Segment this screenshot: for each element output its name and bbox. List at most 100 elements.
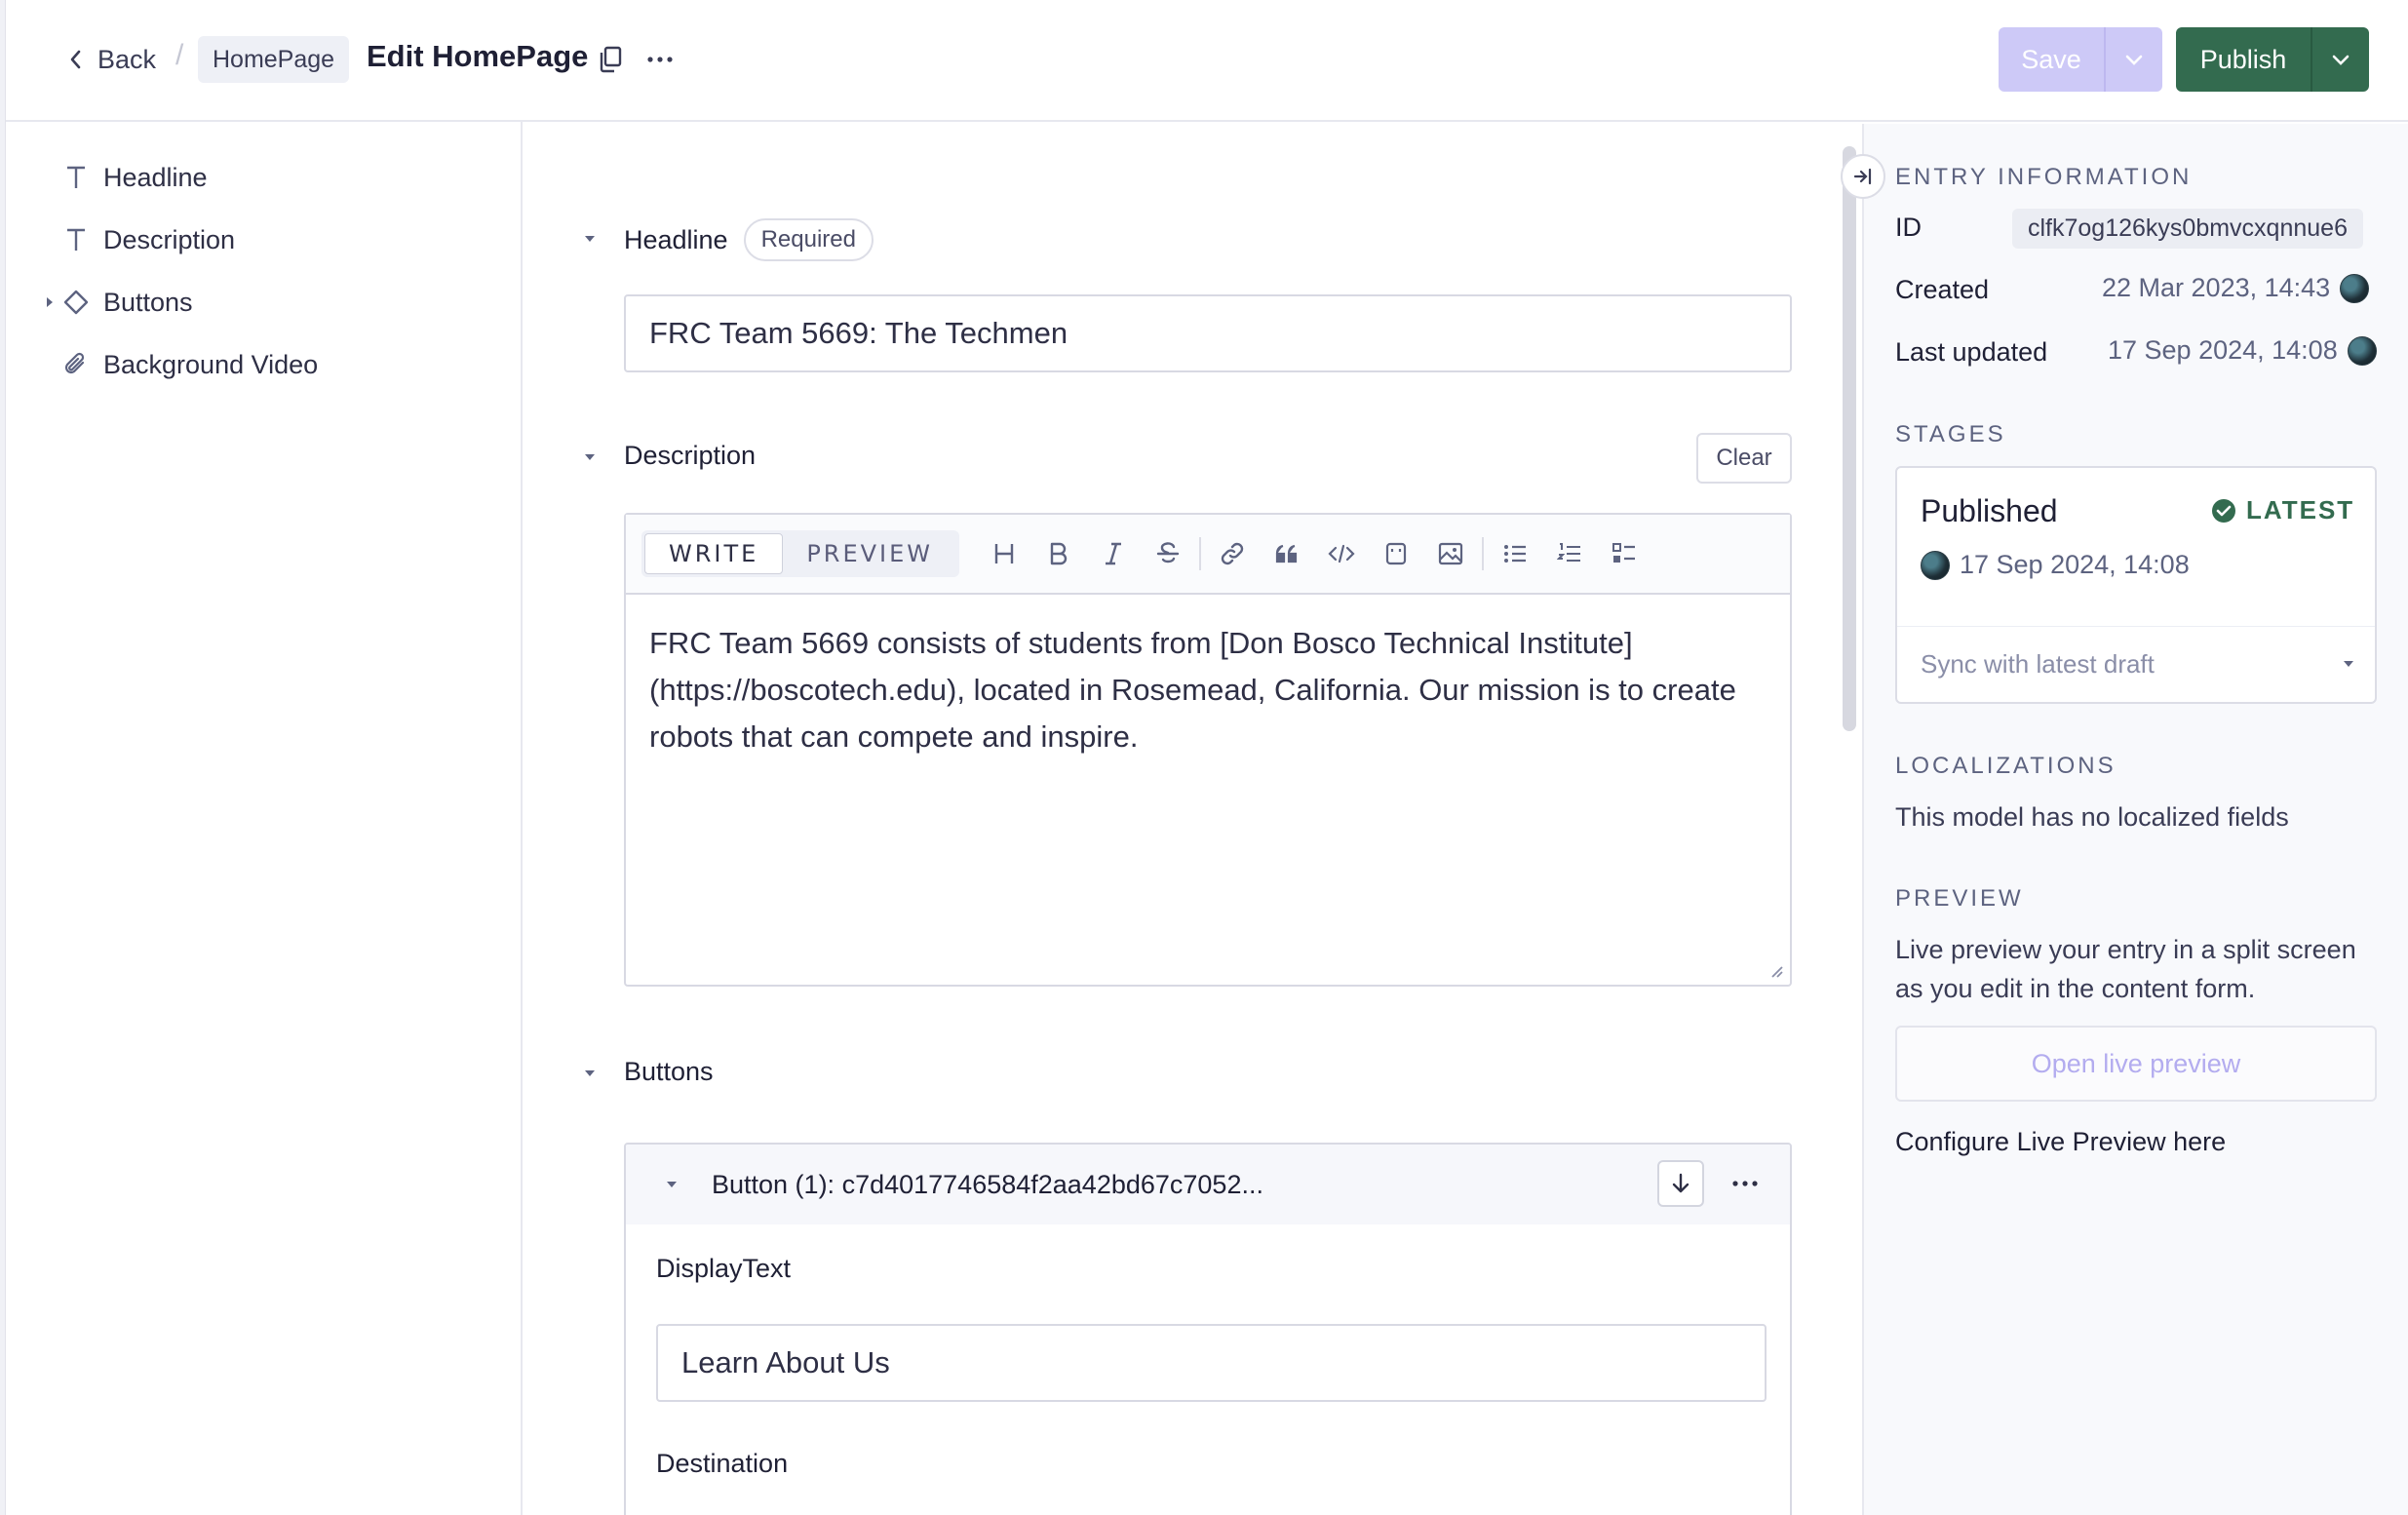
entry-info-title: ENTRY INFORMATION	[1895, 164, 2193, 190]
collapse-caret-icon[interactable]	[583, 452, 597, 462]
collapse-caret-icon[interactable]	[665, 1180, 679, 1189]
open-live-preview-button[interactable]: Open live preview	[1895, 1026, 2377, 1102]
nav-item-label: Buttons	[103, 287, 193, 317]
updated-value-wrap: 17 Sep 2024, 14:08	[2108, 335, 2377, 366]
display-text-input[interactable]: Learn About Us	[656, 1324, 1767, 1402]
updated-label: Last updated	[1895, 337, 2048, 367]
nav-item-label: Headline	[103, 162, 208, 192]
chevron-down-icon	[2331, 53, 2350, 66]
code-icon[interactable]	[1314, 529, 1369, 578]
more-options-icon[interactable]	[645, 45, 675, 74]
nav-item-label: Description	[103, 224, 236, 254]
arrow-down-icon	[1672, 1173, 1689, 1193]
publish-button-group[interactable]: Publish	[2176, 27, 2369, 92]
stage-name: Published	[1921, 493, 2058, 528]
collapse-sidebar-button[interactable]	[1841, 154, 1885, 199]
caret-down-icon	[2344, 661, 2353, 667]
nav-item-description[interactable]: Description	[6, 215, 235, 264]
move-down-button[interactable]	[1657, 1160, 1704, 1207]
headline-label: Headline	[624, 224, 728, 254]
avatar[interactable]	[2340, 273, 2370, 303]
nav-item-label: Background Video	[103, 349, 319, 379]
editor-toolbar: WRITE PREVIEW	[626, 515, 1790, 595]
headline-input[interactable]: FRC Team 5669: The Techmen	[624, 294, 1792, 372]
text-icon	[62, 227, 90, 252]
description-textarea[interactable]: FRC Team 5669 consists of students from …	[626, 595, 1790, 786]
id-value[interactable]: clfk7og126kys0bmvcxqnnue6	[2012, 209, 2363, 249]
created-label: Created	[1895, 275, 1990, 304]
sync-label: Sync with latest draft	[1921, 648, 2155, 679]
numbered-list-icon[interactable]	[1542, 529, 1597, 578]
write-tab[interactable]: WRITE	[644, 533, 784, 574]
breadcrumb-separator: /	[175, 39, 184, 71]
image-icon[interactable]	[1423, 529, 1478, 578]
nav-item-buttons[interactable]: Buttons	[6, 278, 193, 327]
id-value-wrap: clfk7og126kys0bmvcxqnnue6	[2012, 209, 2363, 249]
divider	[1897, 626, 2375, 627]
description-field-header: Description	[624, 441, 756, 471]
save-button[interactable]: Save	[1999, 27, 2106, 92]
configure-live-preview-link[interactable]: Configure Live Preview here	[1895, 1127, 2226, 1157]
buttons-label: Buttons	[624, 1057, 714, 1086]
stage-time: 17 Sep 2024, 14:08	[1960, 550, 2190, 579]
toolbar-divider	[1199, 537, 1202, 570]
resize-handle-icon[interactable]	[1768, 963, 1784, 979]
attachment-icon	[62, 351, 90, 378]
buttons-field-header: Buttons	[624, 1057, 714, 1087]
code-block-icon[interactable]	[1369, 529, 1423, 578]
avatar[interactable]	[1921, 550, 1950, 580]
heading-icon[interactable]	[977, 529, 1031, 578]
nav-item-background-video[interactable]: Background Video	[6, 340, 318, 389]
bulleted-list-icon[interactable]	[1488, 529, 1542, 578]
destination-label: Destination	[656, 1449, 789, 1478]
collapse-right-icon	[1853, 168, 1872, 185]
created-value: 22 Mar 2023, 14:43	[2102, 273, 2331, 302]
save-button-group[interactable]: Save	[1999, 27, 2162, 92]
publish-button[interactable]: Publish	[2176, 27, 2312, 92]
quote-icon[interactable]	[1260, 529, 1314, 578]
chevron-down-icon	[2124, 53, 2144, 66]
latest-badge: LATEST	[2211, 495, 2354, 525]
display-text-label: DisplayText	[656, 1254, 792, 1283]
avatar[interactable]	[2347, 335, 2377, 366]
toolbar-divider	[1482, 537, 1485, 570]
chevron-left-icon	[68, 49, 84, 70]
preview-tab[interactable]: PREVIEW	[783, 533, 956, 574]
check-circle-icon	[2212, 498, 2235, 523]
stage-card-published: Published LATEST 17 Sep 2024, 14:08 Sync…	[1895, 466, 2377, 704]
content-scrollbar[interactable]	[1843, 146, 1856, 731]
text-icon	[62, 165, 90, 190]
collapse-caret-icon[interactable]	[583, 234, 597, 244]
markdown-editor: WRITE PREVIEW FRC Team 5669 consists of …	[624, 513, 1792, 987]
page-title: Edit HomePage	[367, 39, 589, 73]
description-label: Description	[624, 441, 757, 470]
clear-button[interactable]: Clear	[1696, 433, 1792, 484]
stages-title: STAGES	[1895, 421, 2006, 447]
stage-timestamp: 17 Sep 2024, 14:08	[1921, 550, 2190, 580]
save-dropdown-button[interactable]	[2106, 27, 2162, 92]
publish-dropdown-button[interactable]	[2312, 27, 2369, 92]
updated-value: 17 Sep 2024, 14:08	[2108, 335, 2338, 365]
button-entry-header[interactable]: Button (1): c7d4017746584f2aa42bd67c7052…	[626, 1145, 1790, 1224]
localizations-text: This model has no localized fields	[1895, 802, 2289, 832]
strikethrough-icon[interactable]	[1141, 529, 1195, 578]
checklist-icon[interactable]	[1597, 529, 1651, 578]
copy-icon[interactable]	[597, 45, 624, 74]
caret-right-icon[interactable]	[6, 295, 62, 309]
breadcrumb-model[interactable]: HomePage	[198, 36, 350, 83]
italic-icon[interactable]	[1086, 529, 1141, 578]
created-value-wrap: 22 Mar 2023, 14:43	[2102, 273, 2370, 303]
preview-text: Live preview your entry in a split scree…	[1895, 935, 2356, 1003]
link-icon[interactable]	[1205, 529, 1260, 578]
back-button[interactable]: Back	[68, 39, 156, 80]
localizations-title: LOCALIZATIONS	[1895, 753, 2117, 779]
sync-dropdown[interactable]: Sync with latest draft	[1921, 641, 2355, 686]
required-badge: Required	[743, 218, 874, 261]
bold-icon[interactable]	[1031, 529, 1086, 578]
collapse-caret-icon[interactable]	[583, 1068, 597, 1078]
back-label: Back	[97, 44, 157, 74]
more-options-icon[interactable]	[1731, 1174, 1759, 1193]
nav-item-headline[interactable]: Headline	[6, 153, 208, 202]
editor-mode-toggle: WRITE PREVIEW	[641, 530, 960, 577]
headline-field-header: Headline Required	[624, 218, 874, 261]
